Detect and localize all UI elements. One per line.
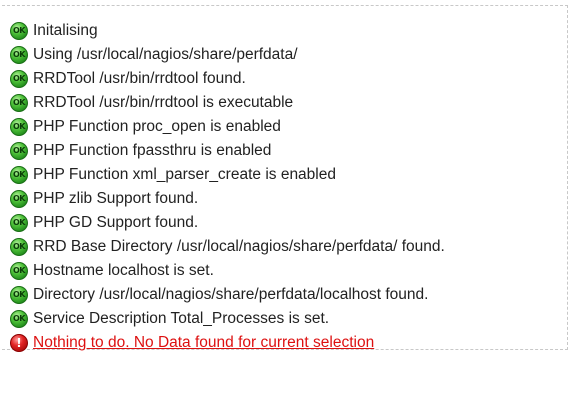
ok-icon: OK xyxy=(10,46,28,64)
ok-icon: OK xyxy=(10,238,28,256)
check-message: PHP Function xml_parser_create is enable… xyxy=(33,166,336,183)
check-item-zlib: OK PHP zlib Support found. xyxy=(10,187,445,211)
check-item-gd: OK PHP GD Support found. xyxy=(10,211,445,235)
check-message: PHP zlib Support found. xyxy=(33,190,199,207)
check-message: PHP Function fpassthru is enabled xyxy=(33,142,272,159)
check-message: Service Description Total_Processes is s… xyxy=(33,310,330,327)
check-item-perfdata-path: OK Using /usr/local/nagios/share/perfdat… xyxy=(10,43,445,67)
check-item-host-directory: OK Directory /usr/local/nagios/share/per… xyxy=(10,283,445,307)
ok-icon: OK xyxy=(10,166,28,184)
check-message: RRDTool /usr/bin/rrdtool found. xyxy=(33,70,246,87)
ok-icon: OK xyxy=(10,142,28,160)
check-message: Initalising xyxy=(33,22,98,39)
ok-icon: OK xyxy=(10,118,28,136)
ok-icon: OK xyxy=(10,70,28,88)
check-item-fpassthru: OK PHP Function fpassthru is enabled xyxy=(10,139,445,163)
check-item-rrdtool-found: OK RRDTool /usr/bin/rrdtool found. xyxy=(10,67,445,91)
check-item-hostname: OK Hostname localhost is set. xyxy=(10,259,445,283)
ok-icon: OK xyxy=(10,190,28,208)
check-item-rrd-base-dir: OK RRD Base Directory /usr/local/nagios/… xyxy=(10,235,445,259)
error-item: ! Nothing to do. No Data found for curre… xyxy=(10,331,445,355)
check-message: RRDTool /usr/bin/rrdtool is executable xyxy=(33,94,294,111)
ok-icon: OK xyxy=(10,262,28,280)
error-message-link[interactable]: Nothing to do. No Data found for current… xyxy=(33,334,374,352)
check-message: RRD Base Directory /usr/local/nagios/sha… xyxy=(33,238,445,255)
ok-icon: OK xyxy=(10,214,28,232)
status-panel: OK Initalising OK Using /usr/local/nagio… xyxy=(2,5,568,352)
ok-icon: OK xyxy=(10,94,28,112)
check-item-service-description: OK Service Description Total_Processes i… xyxy=(10,307,445,331)
check-list: OK Initalising OK Using /usr/local/nagio… xyxy=(10,19,445,355)
ok-icon: OK xyxy=(10,22,28,40)
check-item-xml-parser: OK PHP Function xml_parser_create is ena… xyxy=(10,163,445,187)
ok-icon: OK xyxy=(10,286,28,304)
check-message: PHP GD Support found. xyxy=(33,214,199,231)
check-message: Hostname localhost is set. xyxy=(33,262,214,279)
check-message: Directory /usr/local/nagios/share/perfda… xyxy=(33,286,429,303)
check-item-rrdtool-executable: OK RRDTool /usr/bin/rrdtool is executabl… xyxy=(10,91,445,115)
check-message: PHP Function proc_open is enabled xyxy=(33,118,281,135)
check-message: Using /usr/local/nagios/share/perfdata/ xyxy=(33,46,298,63)
error-icon: ! xyxy=(10,334,28,352)
check-item-initialising: OK Initalising xyxy=(10,19,445,43)
check-item-proc-open: OK PHP Function proc_open is enabled xyxy=(10,115,445,139)
ok-icon: OK xyxy=(10,310,28,328)
